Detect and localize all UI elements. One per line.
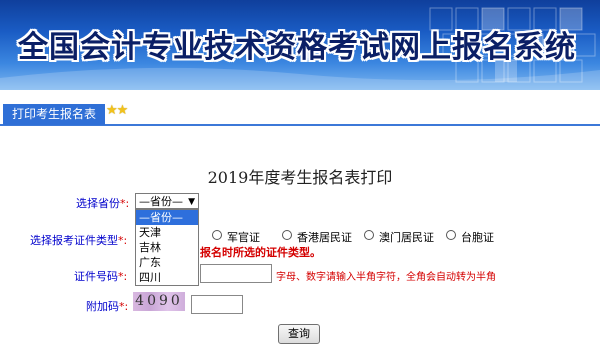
radio-hongkong-id[interactable] (282, 230, 292, 240)
query-button[interactable]: 查询 (278, 324, 320, 344)
chevron-down-icon[interactable]: ▼ (188, 194, 195, 210)
star-icon: ★★ (106, 103, 128, 118)
radio-label-macau-id: 澳门居民证 (379, 231, 434, 244)
province-option[interactable]: —省份— (136, 210, 198, 225)
id-number-hint: 字母、数字请输入半角字符，全角会自动转为半角 (276, 272, 496, 283)
radio-label-hongkong-id: 香港居民证 (297, 231, 352, 244)
id-number-input[interactable] (200, 264, 272, 283)
province-label: 选择省份*: (76, 197, 130, 210)
province-option[interactable]: 广东 (136, 255, 198, 270)
id-number-label: 证件号码*: (74, 270, 128, 283)
captcha-input[interactable] (191, 295, 243, 314)
radio-military-id[interactable] (212, 230, 222, 240)
page-title: 2019年度考生报名表打印 (207, 168, 393, 187)
province-select[interactable]: —省份— ▼ (135, 193, 199, 209)
radio-macau-id[interactable] (364, 230, 374, 240)
province-dropdown: —省份— 天津 吉林 广东 四川 (135, 209, 199, 286)
province-option[interactable]: 吉林 (136, 240, 198, 255)
radio-label-military-id: 军官证 (227, 231, 260, 244)
captcha-label: 附加码*: (86, 300, 129, 313)
system-title: 全国会计专业技术资格考试网上报名系统 (18, 30, 576, 65)
tab-print-registration[interactable]: 打印考生报名表 (3, 104, 105, 125)
captcha-image[interactable]: 4090 (133, 292, 185, 311)
province-option[interactable]: 天津 (136, 225, 198, 240)
province-option[interactable]: 四川 (136, 270, 198, 285)
province-select-value: —省份— (139, 195, 183, 208)
radio-taiwan-id[interactable] (446, 230, 456, 240)
radio-label-taiwan-id: 台胞证 (461, 231, 494, 244)
id-type-label: 选择报考证件类型*: (30, 234, 128, 247)
header-banner: 全国会计专业技术资格考试网上报名系统 (0, 0, 600, 90)
id-type-warning: 报名时所选的证件类型。 (200, 246, 321, 259)
